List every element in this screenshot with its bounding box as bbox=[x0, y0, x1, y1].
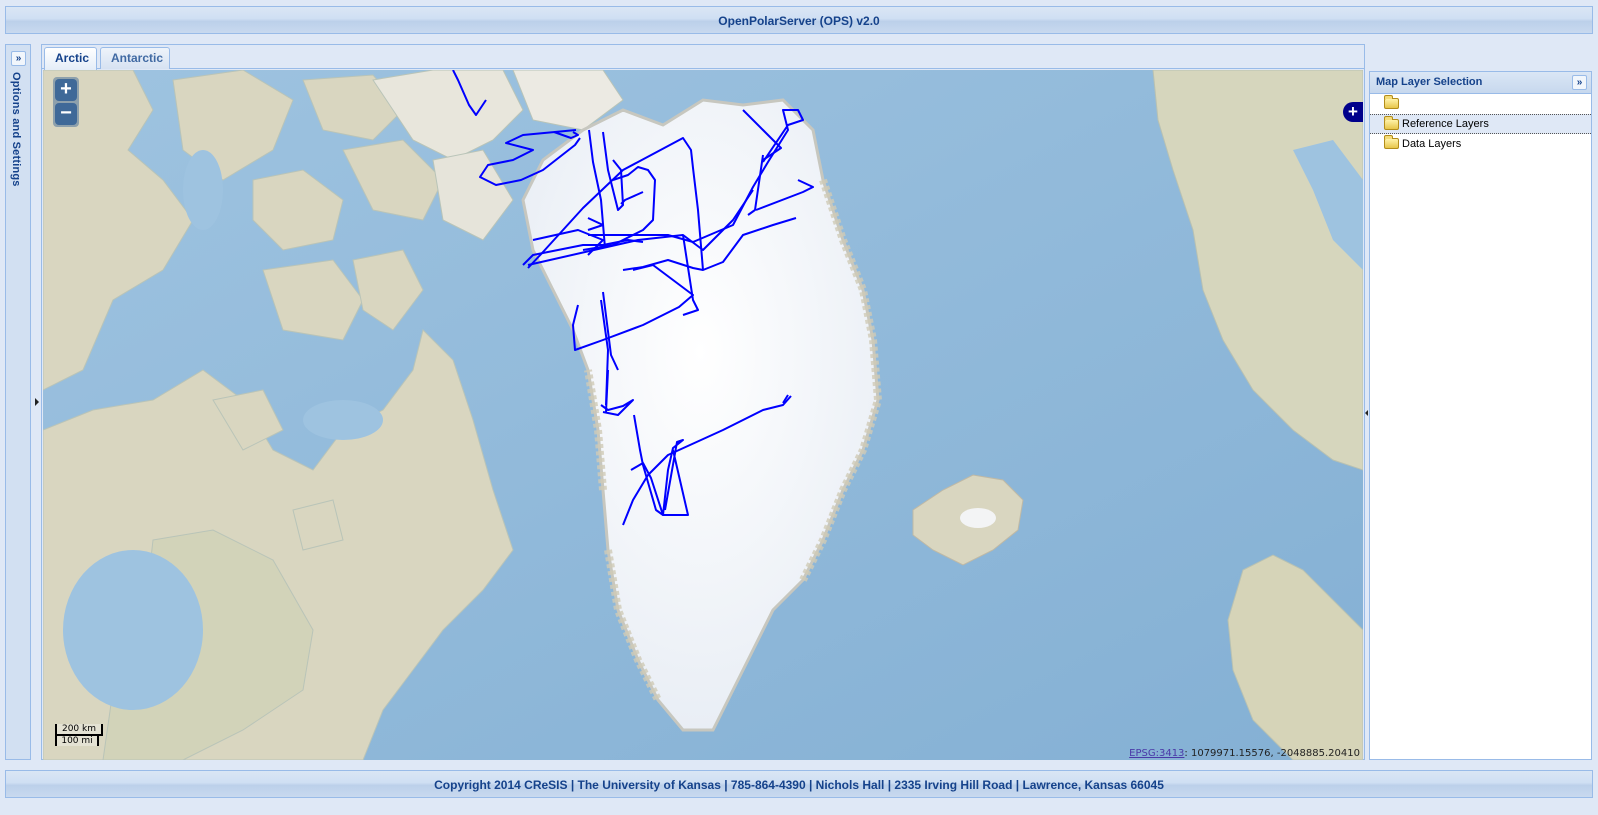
map-viewport[interactable]: + − + 200 km 100 mi EPSG:3413: 1079971.1… bbox=[43, 70, 1363, 760]
tree-node-root[interactable] bbox=[1370, 94, 1591, 114]
expand-arrow-icon[interactable] bbox=[35, 398, 39, 406]
tab-bar: Arctic Antarctic bbox=[42, 45, 1364, 70]
flight-line[interactable] bbox=[682, 234, 699, 316]
double-chevron-right-icon: » bbox=[15, 53, 22, 64]
app-footer: Copyright 2014 CReSIS | The University o… bbox=[5, 770, 1593, 798]
map-layer-selection-panel: Map Layer Selection » Reference Layers D… bbox=[1369, 71, 1592, 760]
mouse-coordinates: : 1079971.15576, -2048885.20410 bbox=[1184, 748, 1360, 759]
scale-line: 200 km 100 mi bbox=[55, 724, 103, 746]
expand-panel-button[interactable]: » bbox=[11, 51, 26, 66]
west-splitter[interactable] bbox=[33, 44, 41, 760]
zoom-control: + − bbox=[53, 77, 79, 127]
tree-node-label: Reference Layers bbox=[1402, 118, 1489, 130]
flight-line[interactable] bbox=[622, 395, 792, 526]
flight-line[interactable] bbox=[620, 191, 644, 205]
folder-icon bbox=[1384, 95, 1399, 109]
layer-panel-header: Map Layer Selection » bbox=[1370, 72, 1591, 94]
tree-node-reference-layers[interactable]: Reference Layers bbox=[1370, 114, 1591, 134]
tab-arctic[interactable]: Arctic bbox=[44, 47, 97, 70]
app-header: OpenPolarServer (OPS) v2.0 bbox=[5, 6, 1593, 34]
tree-node-label: Data Layers bbox=[1402, 137, 1462, 150]
app-title: OpenPolarServer (OPS) v2.0 bbox=[718, 14, 880, 28]
layer-switcher-button[interactable]: + bbox=[1343, 102, 1363, 122]
flight-line[interactable] bbox=[527, 189, 754, 266]
flight-line[interactable] bbox=[630, 449, 689, 516]
flight-line[interactable] bbox=[747, 154, 764, 216]
folder-icon bbox=[1384, 115, 1399, 130]
flight-line[interactable] bbox=[755, 179, 814, 211]
scale-metric: 200 km bbox=[55, 724, 103, 736]
collapse-panel-button[interactable]: » bbox=[1572, 75, 1587, 90]
flight-line[interactable] bbox=[742, 109, 782, 161]
flight-line[interactable] bbox=[572, 264, 694, 351]
map-tab-panel: Arctic Antarctic + − + 200 km 100 mi EPS… bbox=[41, 44, 1365, 760]
flight-line[interactable] bbox=[602, 131, 624, 211]
mouse-position: EPSG:3413: 1079971.15576, -2048885.20410 bbox=[1129, 748, 1360, 759]
options-settings-panel-collapsed[interactable]: » Options and Settings bbox=[5, 44, 31, 760]
collapse-arrow-icon[interactable] bbox=[1365, 410, 1368, 416]
plus-icon: + bbox=[1348, 102, 1358, 121]
flight-line[interactable] bbox=[588, 109, 804, 243]
tab-antarctic[interactable]: Antarctic bbox=[100, 47, 170, 69]
flight-line[interactable] bbox=[587, 217, 604, 231]
layer-panel-title: Map Layer Selection bbox=[1376, 76, 1483, 88]
folder-icon bbox=[1384, 135, 1399, 149]
flight-line[interactable] bbox=[479, 129, 581, 186]
double-chevron-right-icon: » bbox=[1576, 77, 1583, 88]
options-settings-title[interactable]: Options and Settings bbox=[10, 72, 22, 187]
projection-link[interactable]: EPSG:3413 bbox=[1129, 748, 1184, 759]
zoom-in-button[interactable]: + bbox=[55, 79, 77, 101]
tree-node-data-layers[interactable]: Data Layers bbox=[1370, 134, 1591, 154]
zoom-out-button[interactable]: − bbox=[55, 103, 77, 125]
flight-line[interactable] bbox=[553, 131, 579, 139]
flight-lines-layer bbox=[452, 70, 814, 526]
flight-line[interactable] bbox=[452, 70, 487, 116]
footer-text: Copyright 2014 CReSIS | The University o… bbox=[434, 778, 1164, 792]
scale-imperial: 100 mi bbox=[55, 734, 99, 746]
